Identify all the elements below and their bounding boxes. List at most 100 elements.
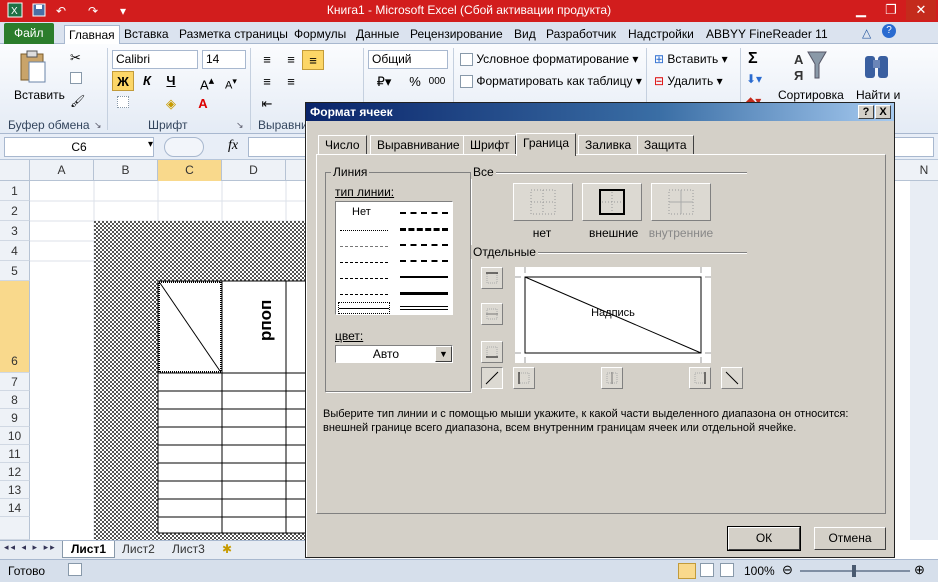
macro-record-icon[interactable] <box>68 563 82 579</box>
tab-abbyy[interactable]: ABBYY FineReader 11 <box>706 25 828 44</box>
font-name-combo[interactable]: Calibri <box>112 50 198 69</box>
tab-formulas[interactable]: Формулы <box>294 25 346 44</box>
line-style-dotted[interactable] <box>340 230 388 231</box>
zoom-in-icon[interactable]: ⊕ <box>914 562 925 578</box>
border-inside-horizontal-button[interactable] <box>481 303 503 325</box>
zoom-level[interactable]: 100% <box>744 564 775 578</box>
preset-inside-button[interactable] <box>651 183 711 221</box>
row-header-10[interactable]: 10 <box>0 427 30 445</box>
border-preview[interactable]: Надпись <box>515 267 711 363</box>
fill-icon[interactable]: ⬇▾ <box>746 72 762 86</box>
column-header-a[interactable]: A <box>30 160 94 181</box>
sort-filter-icon[interactable]: АЯ <box>792 48 828 84</box>
column-header-n[interactable]: N <box>910 160 938 181</box>
line-style-thick[interactable] <box>400 292 448 295</box>
new-sheet-icon[interactable]: ✱ <box>222 542 232 556</box>
line-style-dashed[interactable] <box>340 294 388 295</box>
align-bottom-icon[interactable]: ≡ <box>302 50 324 70</box>
find-select-button[interactable]: Найти и <box>856 88 900 102</box>
line-style-slanted-dash-dot[interactable] <box>400 228 448 231</box>
row-header-4[interactable]: 4 <box>0 241 30 261</box>
worksheet-grid[interactable]: рпоп <box>30 181 310 540</box>
paste-button[interactable]: Вставить <box>14 88 65 102</box>
row-header-12[interactable]: 12 <box>0 463 30 481</box>
column-header-b[interactable]: B <box>94 160 158 181</box>
maximize-icon[interactable]: ❐ <box>876 0 906 20</box>
font-launcher-icon[interactable]: ↘ <box>236 120 244 131</box>
font-size-combo[interactable]: 14 <box>202 50 246 69</box>
line-style-double[interactable] <box>400 306 448 310</box>
line-style-medium-dash-dot-dot[interactable] <box>400 212 448 214</box>
row-header-9[interactable]: 9 <box>0 409 30 427</box>
color-dropdown-icon[interactable]: ▼ <box>435 346 452 362</box>
minimize-icon[interactable]: ▁ <box>846 0 876 20</box>
line-style-medium-dashed[interactable] <box>400 260 448 262</box>
page-break-view-icon[interactable] <box>720 563 736 579</box>
zoom-slider-thumb[interactable] <box>852 565 856 577</box>
autosum-button[interactable]: Σ <box>748 50 758 68</box>
dialog-help-button[interactable]: ? <box>858 105 874 119</box>
grow-font-icon[interactable]: A▴ <box>196 71 218 92</box>
decrease-indent-icon[interactable]: ⇤ <box>256 94 278 114</box>
dialog-tab-fill[interactable]: Заливка <box>578 135 639 155</box>
name-box-dropdown-icon[interactable]: ▾ <box>148 139 153 150</box>
column-header-d[interactable]: D <box>222 160 286 181</box>
border-left-button[interactable] <box>513 367 535 389</box>
help-icon[interactable]: ? <box>882 24 896 38</box>
sort-filter-button[interactable]: Сортировка <box>778 88 844 102</box>
thousands-button[interactable]: 000 <box>426 72 448 92</box>
tab-insert[interactable]: Вставка <box>124 25 169 44</box>
border-diagonal-up-button[interactable] <box>481 367 503 389</box>
dialog-tab-protection[interactable]: Защита <box>637 135 694 155</box>
line-style-hair[interactable] <box>340 246 388 247</box>
format-painter-icon[interactable]: 🖌 <box>70 94 85 108</box>
row-header-13[interactable]: 13 <box>0 481 30 499</box>
line-style-list[interactable]: Нет <box>335 201 453 315</box>
line-style-dash-dot[interactable] <box>340 278 388 279</box>
format-as-table-button[interactable]: Форматировать как таблицу ▾ <box>460 74 642 89</box>
column-header-c[interactable]: C <box>158 160 222 181</box>
percent-button[interactable]: % <box>404 72 426 92</box>
align-left-icon[interactable]: ≡ <box>256 72 278 92</box>
paste-icon[interactable] <box>16 50 50 84</box>
tab-developer[interactable]: Разработчик <box>546 25 616 44</box>
row-header-14[interactable]: 14 <box>0 499 30 517</box>
clipboard-launcher-icon[interactable]: ↘ <box>94 120 102 131</box>
copy-icon[interactable] <box>70 72 82 87</box>
border-bottom-button[interactable] <box>481 341 503 363</box>
preset-none-button[interactable] <box>513 183 573 221</box>
ribbon-minimize-icon[interactable]: △ <box>862 26 871 40</box>
sheet-nav-icon[interactable]: ◂◂ ◂ ▸ ▸▸ <box>4 542 57 553</box>
underline-button[interactable]: Ч <box>160 71 182 91</box>
dialog-close-button[interactable]: X <box>875 105 891 119</box>
vertical-scrollbar[interactable] <box>910 181 938 540</box>
line-style-none[interactable]: Нет <box>352 206 371 218</box>
dialog-tab-number[interactable]: Число <box>318 135 367 155</box>
sheet-tab-2[interactable]: Лист2 <box>116 542 161 556</box>
row-header-6[interactable]: 6 <box>0 281 30 373</box>
border-top-button[interactable] <box>481 267 503 289</box>
line-style-dash-dot-dot[interactable] <box>340 262 388 263</box>
borders-icon[interactable] <box>112 94 134 114</box>
tab-view[interactable]: Вид <box>514 25 536 44</box>
name-box[interactable]: C6 <box>4 137 154 157</box>
zoom-out-icon[interactable]: ⊖ <box>782 562 793 578</box>
normal-view-icon[interactable] <box>678 563 696 579</box>
dialog-tab-alignment[interactable]: Выравнивание <box>370 135 467 155</box>
cancel-button[interactable]: Отмена <box>814 527 886 550</box>
row-header-5[interactable]: 5 <box>0 261 30 281</box>
insert-cells-button[interactable]: ⊞ Вставить ▾ <box>654 52 728 66</box>
tab-file[interactable]: Файл <box>4 23 54 44</box>
row-header-2[interactable]: 2 <box>0 201 30 221</box>
tab-home[interactable]: Главная <box>64 25 120 44</box>
delete-cells-button[interactable]: ⊟ Удалить ▾ <box>654 74 723 88</box>
align-middle-icon[interactable]: ≡ <box>280 50 302 70</box>
row-header-1[interactable]: 1 <box>0 181 30 201</box>
border-inside-vertical-button[interactable] <box>601 367 623 389</box>
ok-button[interactable]: ОК <box>728 527 800 550</box>
conditional-format-button[interactable]: Условное форматирование ▾ <box>460 52 638 67</box>
border-right-button[interactable] <box>689 367 711 389</box>
currency-icon[interactable]: ₽▾ <box>370 72 398 92</box>
row-header-3[interactable]: 3 <box>0 221 30 241</box>
line-style-medium-dash-dot[interactable] <box>400 244 448 246</box>
